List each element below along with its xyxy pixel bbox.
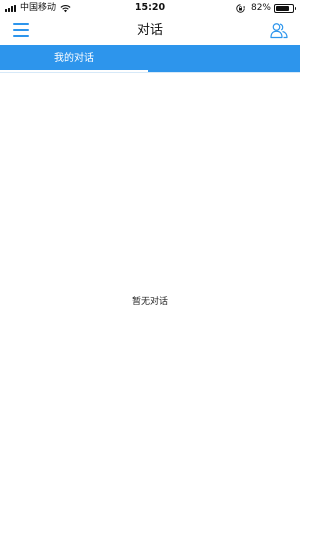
status-bar-right: 82%	[236, 2, 296, 14]
contacts-button[interactable]	[270, 22, 288, 39]
battery-icon	[274, 3, 296, 13]
navigation-bar: 对话	[0, 16, 300, 45]
battery-level-fill	[276, 5, 290, 11]
page-title: 对话	[136, 23, 163, 38]
contacts-icon	[270, 23, 288, 39]
conversation-list: 暂无对话	[0, 73, 300, 533]
tab-bar: 我的对话	[0, 45, 300, 72]
tab-my-conversations[interactable]: 我的对话	[0, 45, 148, 72]
status-bar: 中国移动 15:20 82%	[0, 0, 300, 16]
battery-percentage: 82%	[250, 3, 271, 13]
chat-screen: 中国移动 15:20 82% 对话 我的对话 暂无对话	[0, 0, 300, 533]
tab-other-conversations[interactable]	[152, 45, 300, 72]
rotation-lock-icon	[236, 3, 245, 13]
empty-state-message: 暂无对话	[131, 297, 168, 307]
